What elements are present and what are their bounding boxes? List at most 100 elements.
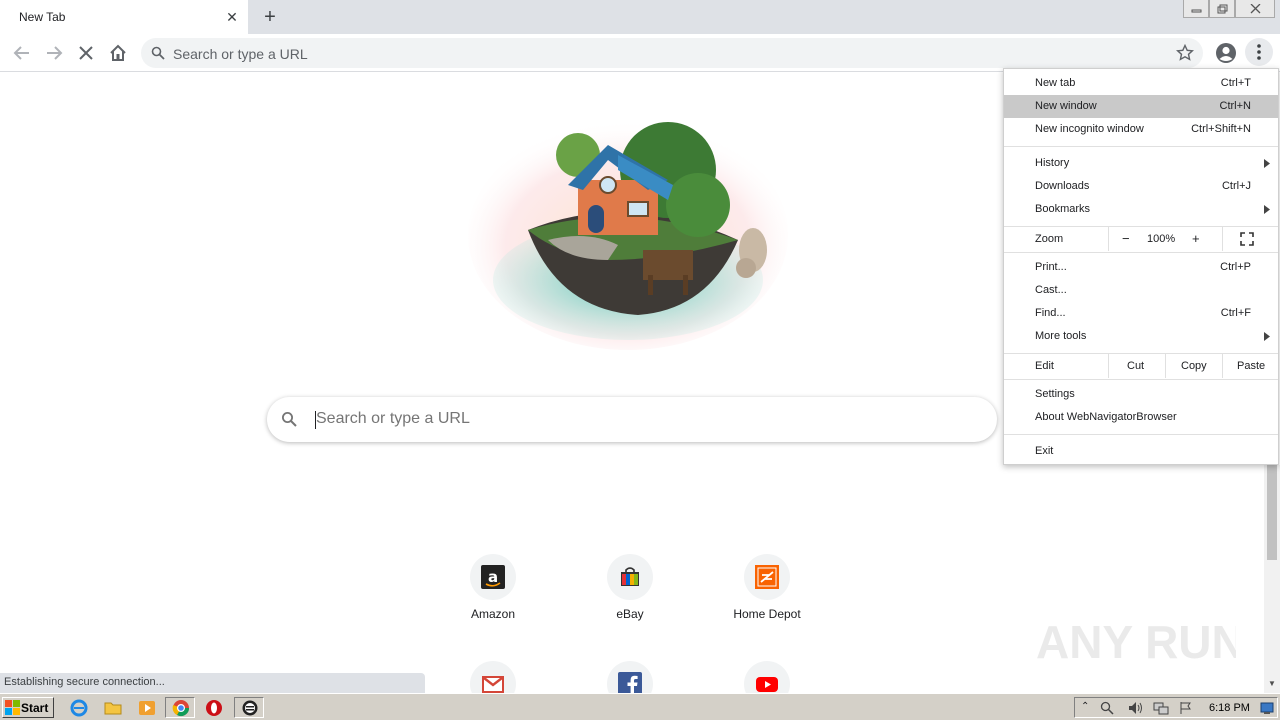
- start-button[interactable]: Start: [2, 697, 54, 718]
- island-house-illustration: [468, 120, 788, 350]
- browser-window: New Tab ✕ + Search or type a URL Search …: [0, 0, 1280, 720]
- restore-button[interactable]: [1209, 0, 1235, 18]
- status-text: Establishing secure connection...: [4, 676, 165, 688]
- menu-item-print[interactable]: Print... Ctrl+P: [1004, 256, 1278, 279]
- back-icon[interactable]: [11, 42, 33, 64]
- windows-logo-icon: [5, 700, 20, 715]
- opera-icon[interactable]: [205, 699, 223, 717]
- menu-shortcut: Ctrl+F: [1220, 307, 1251, 319]
- omnibox[interactable]: Search or type a URL: [141, 38, 1203, 68]
- tile-label: eBay: [616, 607, 644, 621]
- profile-avatar-icon[interactable]: [1215, 42, 1237, 64]
- menu-label: New incognito window: [1035, 123, 1144, 135]
- taskbar: Start ⌃ 6:18 PM: [0, 693, 1280, 720]
- search-box[interactable]: Search or type a URL: [267, 397, 997, 442]
- paste-button[interactable]: Paste: [1237, 360, 1265, 372]
- minimize-icon: [1191, 9, 1202, 13]
- zoom-out-button[interactable]: −: [1122, 231, 1130, 246]
- menu-label: Downloads: [1035, 180, 1090, 192]
- tab-close-icon[interactable]: ✕: [224, 9, 240, 25]
- more-vert-icon: [1257, 44, 1261, 60]
- zoom-in-button[interactable]: +: [1192, 231, 1200, 246]
- scroll-down-arrow-icon[interactable]: ▼: [1268, 679, 1276, 688]
- bookmark-star-icon[interactable]: [1176, 44, 1194, 62]
- menu-divider: [1222, 227, 1223, 251]
- menu-shortcut: Ctrl+J: [1221, 180, 1251, 192]
- scrollbar-thumb[interactable]: [1267, 465, 1277, 560]
- clock: 6:18 PM: [1209, 702, 1250, 714]
- menu-item-new-tab[interactable]: New tab Ctrl+T: [1004, 72, 1278, 95]
- zoom-level: 100%: [1147, 233, 1176, 245]
- shortcut-tile-home-depot[interactable]: Home Depot: [717, 554, 817, 624]
- menu-separator: [1004, 434, 1278, 435]
- search-icon: [151, 46, 165, 60]
- menu-item-find[interactable]: Find... Ctrl+F: [1004, 302, 1278, 325]
- show-desktop-icon[interactable]: [1260, 701, 1274, 715]
- media-player-icon[interactable]: [138, 699, 156, 717]
- fullscreen-icon[interactable]: [1240, 232, 1254, 246]
- menu-separator: [1004, 379, 1278, 380]
- search-icon[interactable]: [1100, 701, 1114, 715]
- menu-shortcut: Ctrl+Shift+N: [1191, 123, 1251, 135]
- network-icon[interactable]: [1153, 701, 1169, 715]
- start-label: Start: [21, 701, 49, 715]
- shortcut-tile-amazon[interactable]: a Amazon: [443, 554, 543, 624]
- main-menu-button[interactable]: [1245, 38, 1273, 66]
- menu-label: More tools: [1035, 330, 1087, 342]
- menu-edit-row: Edit Cut Copy Paste: [1004, 354, 1278, 378]
- search-placeholder: Search or type a URL: [316, 410, 470, 427]
- svg-text:a: a: [488, 568, 498, 586]
- copy-button[interactable]: Copy: [1181, 360, 1207, 372]
- menu-label: Exit: [1035, 445, 1054, 457]
- home-icon[interactable]: [107, 42, 129, 64]
- cut-button[interactable]: Cut: [1127, 360, 1144, 372]
- new-tab-button[interactable]: +: [260, 7, 280, 27]
- menu-item-new-incognito-window[interactable]: New incognito window Ctrl+Shift+N: [1004, 118, 1278, 141]
- tile-label: Home Depot: [733, 607, 801, 621]
- watermark-text: ANY RUN: [1036, 616, 1236, 668]
- forward-icon[interactable]: [43, 42, 65, 64]
- menu-label: History: [1035, 157, 1070, 169]
- home-depot-icon: [744, 554, 790, 600]
- menu-item-settings[interactable]: Settings: [1004, 383, 1278, 406]
- menu-label: Print...: [1035, 261, 1067, 273]
- vertical-scrollbar[interactable]: ▼: [1264, 465, 1280, 693]
- menu-item-cast[interactable]: Cast...: [1004, 279, 1278, 302]
- amazon-icon: a: [470, 554, 516, 600]
- edit-label: Edit: [1035, 360, 1054, 372]
- menu-item-exit[interactable]: Exit: [1004, 440, 1278, 463]
- tray-expand-icon[interactable]: ⌃: [1081, 701, 1089, 712]
- menu-item-more-tools[interactable]: More tools: [1004, 325, 1278, 348]
- internet-explorer-icon[interactable]: [70, 699, 88, 717]
- folder-icon[interactable]: [104, 699, 122, 717]
- main-menu: New tab Ctrl+T New window Ctrl+N New inc…: [1003, 68, 1279, 465]
- menu-item-history[interactable]: History: [1004, 152, 1278, 175]
- taskbar-app-button[interactable]: [234, 697, 264, 718]
- submenu-arrow-icon: [1264, 159, 1270, 168]
- system-tray: ⌃ 6:18 PM: [1074, 697, 1278, 718]
- tab-new-tab[interactable]: New Tab ✕: [0, 0, 248, 34]
- taskbar-browser-button[interactable]: [165, 697, 195, 718]
- tab-strip: New Tab ✕ +: [0, 0, 1280, 34]
- menu-item-about[interactable]: About WebNavigatorBrowser: [1004, 406, 1278, 429]
- chrome-icon: [172, 700, 190, 717]
- status-bubble: Establishing secure connection...: [0, 673, 425, 693]
- restore-icon: [1217, 4, 1228, 14]
- stop-icon[interactable]: [75, 42, 97, 64]
- toolbar: Search or type a URL: [0, 34, 1280, 72]
- flag-icon[interactable]: [1179, 701, 1193, 715]
- close-window-button[interactable]: [1235, 0, 1275, 18]
- omnibox-placeholder: Search or type a URL: [173, 46, 308, 62]
- menu-item-bookmarks[interactable]: Bookmarks: [1004, 198, 1278, 221]
- submenu-arrow-icon: [1264, 205, 1270, 214]
- menu-item-new-window[interactable]: New window Ctrl+N: [1004, 95, 1278, 118]
- menu-label: Find...: [1035, 307, 1066, 319]
- app-window-icon: [242, 700, 258, 716]
- volume-icon[interactable]: [1128, 701, 1144, 715]
- minimize-button[interactable]: [1183, 0, 1209, 18]
- menu-label: Cast...: [1035, 284, 1067, 296]
- shortcut-tile-ebay[interactable]: eBay: [580, 554, 680, 624]
- menu-shortcut: Ctrl+N: [1219, 100, 1251, 112]
- menu-item-downloads[interactable]: Downloads Ctrl+J: [1004, 175, 1278, 198]
- close-icon: [1250, 4, 1261, 14]
